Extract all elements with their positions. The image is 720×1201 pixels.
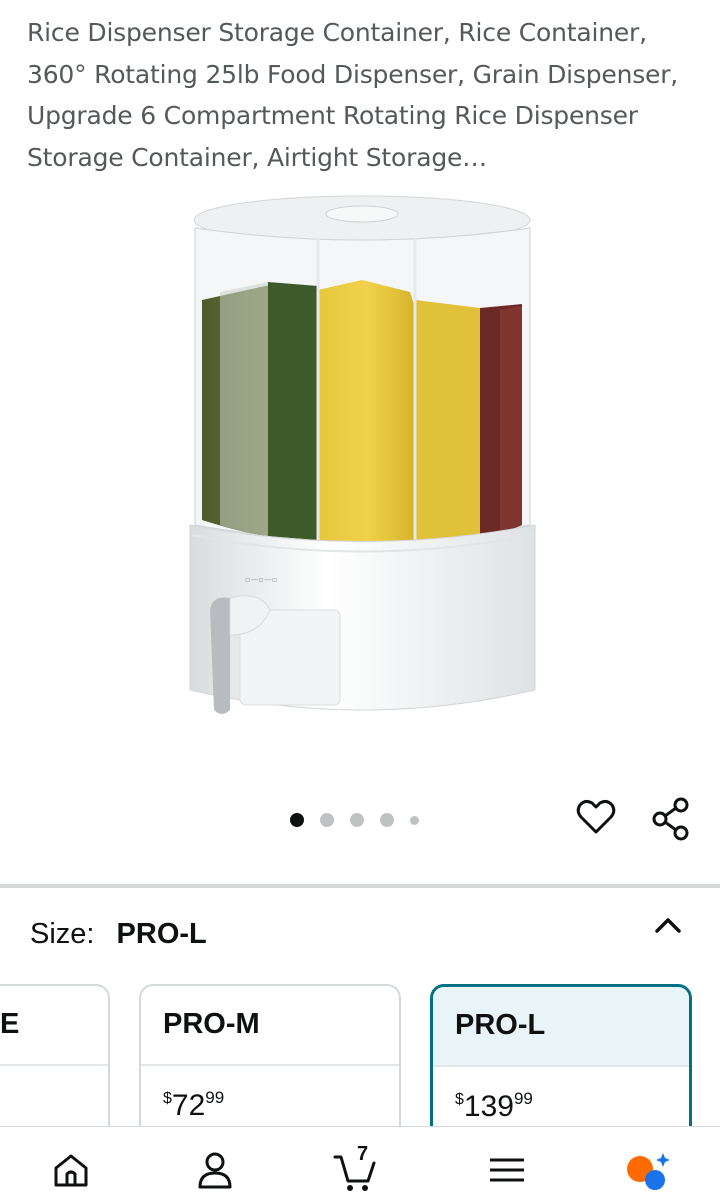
- option-divider: [433, 1065, 689, 1067]
- cart-count-badge: 7: [357, 1143, 369, 1165]
- carousel-dot[interactable]: [380, 813, 394, 827]
- bottom-navigation: 7: [0, 1126, 720, 1201]
- share-icon[interactable]: [650, 796, 692, 842]
- cart-button[interactable]: 7: [330, 1143, 380, 1193]
- size-selected-value: PRO-L: [116, 918, 207, 950]
- carousel-dot[interactable]: [320, 813, 334, 827]
- size-selector-header[interactable]: Size: PRO-L: [30, 914, 207, 954]
- heart-icon[interactable]: [575, 796, 617, 838]
- carousel-dot[interactable]: [350, 813, 364, 827]
- carousel-dot[interactable]: [290, 813, 304, 827]
- size-option-price: $13999: [455, 1089, 533, 1123]
- size-option-name: PRO-L: [455, 1009, 546, 1041]
- size-option-name: E: [0, 1008, 20, 1040]
- option-divider: [0, 1064, 108, 1066]
- assistant-icon[interactable]: [622, 1147, 672, 1193]
- carousel-dots[interactable]: [290, 810, 419, 830]
- user-icon[interactable]: [190, 1147, 240, 1193]
- chevron-up-icon[interactable]: [650, 910, 686, 940]
- option-divider: [141, 1064, 399, 1066]
- size-option-price: $7299: [163, 1088, 225, 1122]
- size-label: Size:: [30, 918, 95, 950]
- menu-icon[interactable]: [482, 1147, 532, 1193]
- product-image[interactable]: ▫—▫—▫: [150, 190, 575, 730]
- cart-icon: [333, 1155, 376, 1191]
- home-icon[interactable]: [46, 1147, 96, 1193]
- size-option-name: PRO-M: [163, 1008, 260, 1040]
- product-title: Rice Dispenser Storage Container, Rice C…: [27, 18, 679, 172]
- svg-text:▫—▫—▫: ▫—▫—▫: [245, 575, 277, 584]
- section-divider: [0, 884, 720, 888]
- carousel-dot[interactable]: [410, 815, 419, 825]
